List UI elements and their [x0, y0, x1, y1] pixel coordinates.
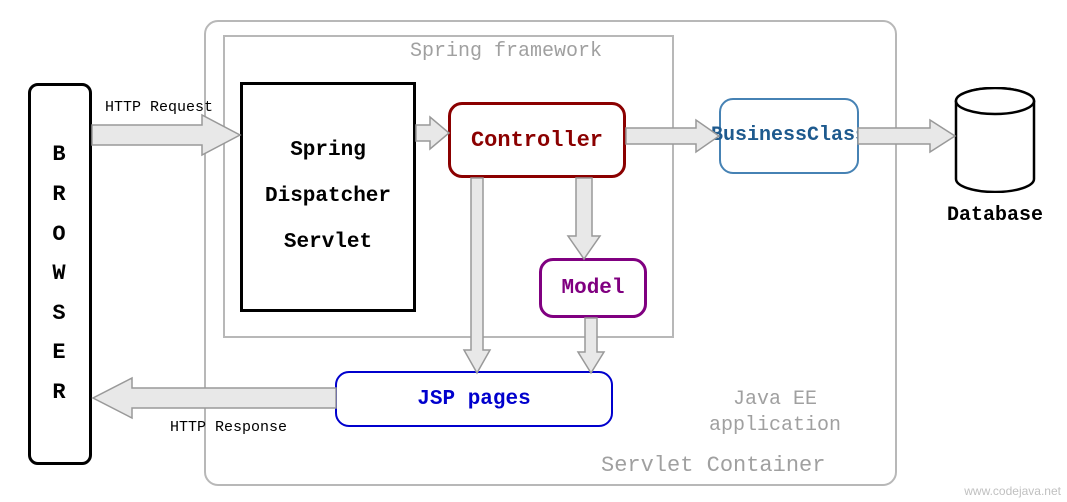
- java-ee-label: Java EE application: [705, 387, 845, 439]
- dispatcher-servlet-box: Spring Dispatcher Servlet: [240, 82, 416, 312]
- arrow-business-to-database: [858, 118, 956, 154]
- http-request-label: HTTP Request: [105, 99, 213, 116]
- jsp-label: JSP pages: [417, 388, 530, 411]
- arrow-model-to-jsp: [576, 318, 606, 374]
- arrow-browser-to-dispatcher: [92, 115, 242, 155]
- dispatcher-line: Servlet: [284, 220, 372, 266]
- database-icon: [954, 87, 1036, 193]
- arrow-controller-to-jsp: [462, 178, 492, 374]
- browser-letter: E: [52, 333, 67, 373]
- servlet-container-label: Servlet Container: [601, 453, 825, 478]
- browser-letter: W: [52, 254, 67, 294]
- arrow-dispatcher-to-controller: [416, 115, 450, 151]
- business-line1: Business: [711, 123, 807, 149]
- controller-box: Controller: [448, 102, 626, 178]
- dispatcher-line: Spring: [290, 128, 366, 174]
- watermark-label: www.codejava.net: [964, 484, 1061, 498]
- browser-box: B R O W S E R: [28, 83, 92, 465]
- jsp-pages-box: JSP pages: [335, 371, 613, 427]
- business-class-box: Business Class: [719, 98, 859, 174]
- dispatcher-line: Dispatcher: [265, 174, 391, 220]
- arrow-jsp-to-browser: [92, 378, 337, 418]
- browser-letter: B: [52, 135, 67, 175]
- model-label: Model: [561, 277, 624, 300]
- spring-framework-label: Spring framework: [410, 40, 602, 63]
- database-label: Database: [940, 204, 1050, 227]
- browser-letter: R: [52, 373, 67, 413]
- model-box: Model: [539, 258, 647, 318]
- http-response-label: HTTP Response: [170, 419, 287, 436]
- arrow-controller-to-business: [626, 118, 720, 154]
- browser-letter: R: [52, 175, 67, 215]
- browser-letter: S: [52, 294, 67, 334]
- arrow-controller-to-model: [566, 178, 602, 260]
- browser-letter: O: [52, 215, 67, 255]
- controller-label: Controller: [471, 128, 603, 153]
